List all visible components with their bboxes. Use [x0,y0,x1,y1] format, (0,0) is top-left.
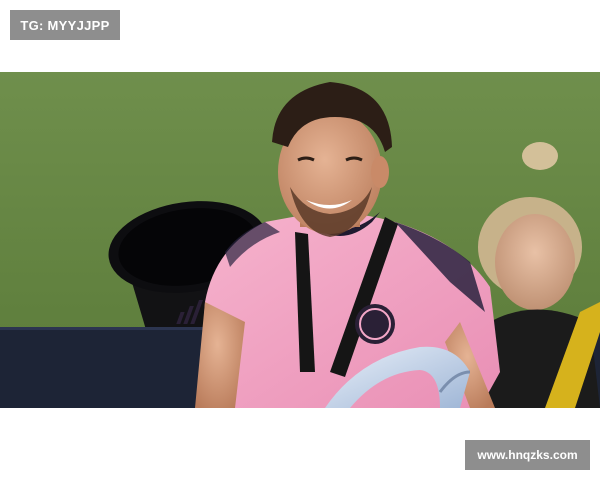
match-photo [0,72,600,408]
telegram-watermark-badge: TG: MYYJJPP [10,10,120,40]
photo-illustration [0,72,600,408]
telegram-watermark-text: TG: MYYJJPP [20,17,110,33]
website-watermark-text: www.hnqzks.com [477,448,578,462]
website-watermark-badge: www.hnqzks.com [465,440,590,470]
page: TG: MYYJJPP www.hnqzks.com [0,0,600,480]
